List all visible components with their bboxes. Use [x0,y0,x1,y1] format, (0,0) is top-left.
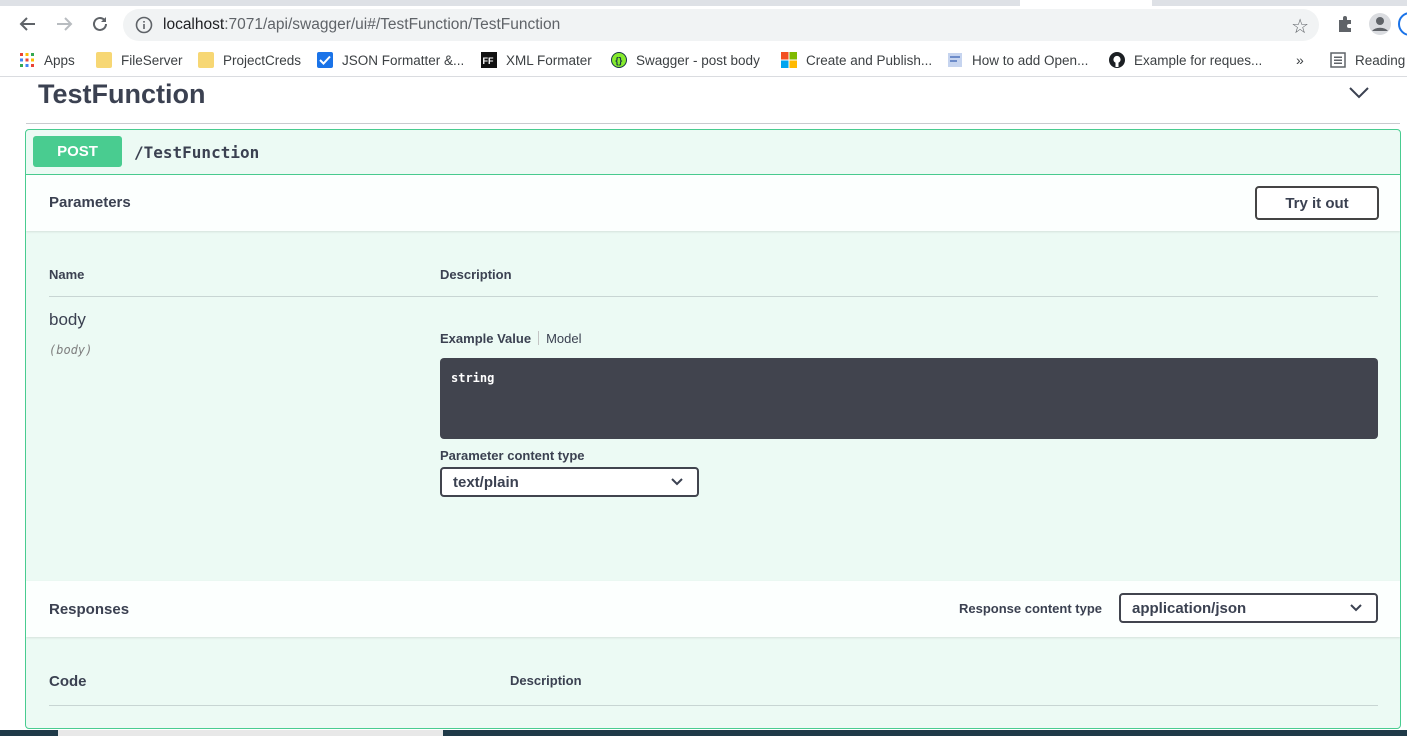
example-value-tab[interactable]: Example Value [440,331,531,346]
responses-title: Responses [49,601,130,618]
bookmark-star-icon[interactable]: ☆ [1291,14,1309,39]
bookmark-apps[interactable]: Apps [19,51,75,69]
ff-logo-icon: FF [481,52,497,68]
browser-toolbar: localhost:7071/api/swagger/ui#/TestFunct… [0,0,1407,44]
address-bar[interactable]: localhost:7071/api/swagger/ui#/TestFunct… [123,9,1319,41]
tag-title[interactable]: TestFunction [38,79,205,110]
bookmarks-overflow-chevron[interactable]: » [1296,51,1304,69]
svg-text:FF: FF [483,56,494,66]
apps-grid-icon [20,53,34,67]
collapse-chevron-icon[interactable] [1348,86,1370,100]
example-code[interactable]: string [451,371,494,385]
bookmark-how-to-add-open[interactable]: How to add Open... [947,51,1088,69]
param-col-description: Description [440,267,512,282]
bookmarks-bar: Apps FileServer ProjectCreds JSON Format… [0,44,1407,77]
parameter-content-type-value: text/plain [453,474,519,491]
chevron-down-icon [1350,604,1362,612]
operation-path[interactable]: /TestFunction [134,143,259,162]
param-header-divider [49,296,1378,297]
reading-list-icon [1330,52,1346,68]
forward-arrow-icon[interactable] [50,10,78,38]
info-icon[interactable] [135,16,153,34]
microsoft-logo-icon [781,52,797,68]
document-favicon-icon [948,53,962,67]
chevron-down-icon [671,478,683,486]
profile-avatar-icon[interactable] [1368,12,1392,36]
example-code-box: string [440,358,1378,439]
bookmark-swagger-post-body[interactable]: {} Swagger - post body [611,51,760,69]
response-content-type-label: Response content type [959,601,1103,616]
bookmark-create-and-publish[interactable]: Create and Publish... [781,51,932,69]
model-tab[interactable]: Model [546,331,581,346]
try-it-out-button[interactable]: Try it out [1255,186,1379,220]
tab-strip [0,0,1407,6]
swagger-logo-icon: {} [611,52,627,68]
parameter-content-type-select[interactable]: text/plain [440,467,699,497]
taskbar-search-box[interactable] [58,730,443,736]
bookmark-fileserver[interactable]: FileServer [96,51,183,69]
folder-icon [198,52,214,68]
os-taskbar-edge [0,730,1407,736]
response-col-description: Description [510,673,582,688]
parameter-content-type-label: Parameter content type [440,448,585,463]
response-content-type-value: application/json [1132,600,1247,617]
operation-block: POST /TestFunction Parameters Try it out… [25,129,1401,729]
bookmark-json-formatter[interactable]: JSON Formatter &... [317,51,464,69]
github-logo-icon [1109,52,1125,68]
response-col-code: Code [49,673,87,690]
parameters-title: Parameters [49,194,131,211]
http-method-badge[interactable]: POST [33,136,122,167]
back-arrow-icon[interactable] [14,10,42,38]
example-model-tabs: Example Value Model [440,331,581,346]
tab-separator [538,331,540,345]
tag-divider [26,123,1400,124]
param-location: (body) [49,343,93,357]
extensions-puzzle-icon[interactable] [1334,12,1358,36]
bookmark-example-for-request[interactable]: Example for reques... [1109,51,1262,69]
response-header-divider [49,705,1378,706]
bookmark-projectcreds[interactable]: ProjectCreds [198,51,301,69]
checkbox-icon [317,52,333,68]
param-name: body [49,310,86,329]
active-tab[interactable] [1020,0,1152,6]
reading-list-button[interactable]: Reading [1330,51,1405,69]
url-text[interactable]: localhost:7071/api/swagger/ui#/TestFunct… [163,16,560,34]
parameters-header: Parameters Try it out [26,175,1400,231]
svg-text:{}: {} [615,56,623,66]
reload-icon[interactable] [86,10,114,38]
operation-summary[interactable]: POST /TestFunction [26,130,1400,175]
menu-partial-icon[interactable] [1398,12,1407,36]
folder-icon [96,52,112,68]
param-col-name: Name [49,267,85,282]
response-content-type-select[interactable]: application/json [1119,593,1378,623]
bookmark-xml-formater[interactable]: FF XML Formater [481,51,592,69]
